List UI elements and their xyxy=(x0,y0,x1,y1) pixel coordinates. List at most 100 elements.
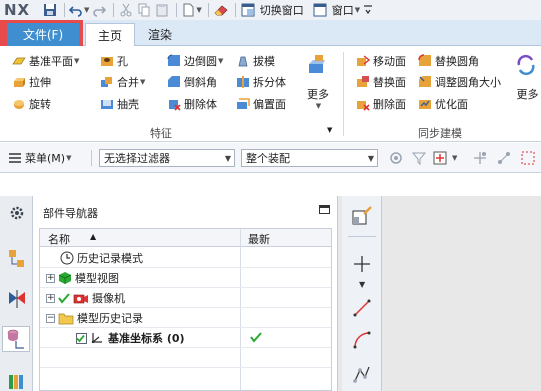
optimize-face-icon xyxy=(419,100,431,109)
assembly-navigator-icon[interactable] xyxy=(5,246,29,272)
resize-blend-button[interactable]: 调整圆角大小 xyxy=(418,73,501,91)
replace-blend-icon xyxy=(418,54,431,66)
switch-window-label[interactable]: 切换窗口 xyxy=(260,2,304,18)
visibility-checkbox[interactable] xyxy=(75,332,87,344)
delete-face-button[interactable]: 删除面 xyxy=(356,95,406,113)
replace-face-button[interactable]: 替换面 xyxy=(356,73,406,91)
arc-icon[interactable] xyxy=(350,328,374,352)
navigator-tree: 名称 ▲ 最新 历史记录模式 + 模型视图 + 摄像机 − 模型历史记录 基准坐… xyxy=(39,228,332,391)
more-sync-icon xyxy=(517,54,535,76)
replace-face-icon xyxy=(357,76,369,87)
spline-icon[interactable] xyxy=(350,362,374,386)
chevron-down-icon: ▼ xyxy=(224,154,231,163)
tab-render[interactable]: 渲染 xyxy=(136,23,184,46)
part-navigator-icon[interactable] xyxy=(2,326,30,352)
move-face-label: 移动面 xyxy=(373,55,406,68)
revolve-label: 旋转 xyxy=(29,98,51,111)
point-plus-icon[interactable] xyxy=(350,252,374,276)
box-select-icon[interactable] xyxy=(520,149,539,167)
more-sync-label: 更多 xyxy=(516,88,539,101)
maximize-icon[interactable] xyxy=(319,205,330,214)
revolve-icon xyxy=(14,100,24,109)
draft-button[interactable]: 拔模 xyxy=(236,52,275,70)
settings-gear-icon[interactable] xyxy=(5,200,29,226)
offset-face-button[interactable]: 偏置面 xyxy=(236,95,286,113)
datum-plane-button[interactable]: 基准平面 ▼ xyxy=(12,52,79,70)
feature-group-expand-icon[interactable]: ▼ xyxy=(327,126,332,134)
new-document-icon[interactable]: ▼ xyxy=(181,1,202,19)
tab-file[interactable]: 文件(F) xyxy=(7,23,79,46)
split-body-icon xyxy=(237,76,249,88)
split-body-button[interactable]: 拆分体 xyxy=(236,73,286,91)
undo-icon[interactable]: ▼ xyxy=(69,1,89,19)
datum-plane-icon xyxy=(12,57,26,65)
unite-dropdown-icon[interactable]: ▼ xyxy=(140,78,145,86)
sketch-icon[interactable] xyxy=(350,204,374,228)
tree-row-label: 历史记录模式 xyxy=(77,252,143,265)
tree-row-model-history[interactable]: − 模型历史记录 xyxy=(40,308,331,328)
more-feature-dropdown-icon[interactable]: ▼ xyxy=(316,102,321,110)
camera-icon xyxy=(73,294,88,304)
tree-row-model-views[interactable]: + 模型视图 xyxy=(40,268,331,288)
point-snap-icon[interactable] xyxy=(472,149,491,167)
relation-icon[interactable] xyxy=(496,149,515,167)
constraint-navigator-icon[interactable] xyxy=(5,286,29,312)
revolve-button[interactable]: 旋转 xyxy=(12,95,51,113)
offset-face-label: 偏置面 xyxy=(253,98,286,111)
sync-group-label: 同步建模 xyxy=(418,127,462,140)
paste-icon[interactable] xyxy=(154,1,170,19)
cut-icon[interactable] xyxy=(118,1,134,19)
column-header-latest[interactable]: 最新 xyxy=(248,231,270,247)
replace-face-label: 替换面 xyxy=(373,76,406,89)
optimize-face-button[interactable]: 优化面 xyxy=(418,95,468,113)
overflow-chevron-icon[interactable] xyxy=(360,1,376,19)
chamfer-button[interactable]: 倒斜角 xyxy=(167,73,217,91)
point-dropdown-icon[interactable]: ▼ xyxy=(359,280,365,289)
tree-row-cameras[interactable]: + 摄像机 xyxy=(40,288,331,308)
column-header-name[interactable]: 名称 xyxy=(48,231,70,247)
unite-button[interactable]: 合并 ▼ xyxy=(100,73,145,91)
window-menu-label[interactable]: 窗口 xyxy=(332,2,354,18)
tab-home[interactable]: 主页 xyxy=(85,23,136,46)
delete-body-button[interactable]: 删除体 xyxy=(167,95,217,113)
tree-row-datum-csys[interactable]: 基准坐标系 (0) xyxy=(40,328,331,348)
selection-mode-icon[interactable]: ▼ xyxy=(432,149,457,167)
line-icon[interactable] xyxy=(350,296,374,320)
ribbon-tab-bar: 文件(F) 主页 渲染 xyxy=(0,20,541,58)
edge-blend-dropdown-icon[interactable]: ▼ xyxy=(218,57,223,65)
selection-scope-value: 整个装配 xyxy=(246,152,290,165)
offset-face-icon xyxy=(237,98,250,109)
expand-plus-icon[interactable]: + xyxy=(46,273,55,283)
filter-funnel-icon[interactable] xyxy=(411,149,430,167)
redo-icon[interactable] xyxy=(91,1,107,19)
switch-window-icon[interactable] xyxy=(240,1,256,19)
extrude-button[interactable]: 拉伸 xyxy=(12,73,51,91)
menu-dropdown-icon: ▼ xyxy=(66,154,72,162)
edge-blend-button[interactable]: 边倒圆 ▼ xyxy=(167,52,223,70)
replace-blend-button[interactable]: 替换圆角 xyxy=(418,52,479,70)
window-icon[interactable] xyxy=(312,1,328,19)
more-feature-button[interactable]: 更多 ▼ xyxy=(304,54,332,110)
save-icon[interactable] xyxy=(42,1,58,19)
copy-icon[interactable] xyxy=(136,1,152,19)
optimize-face-label: 优化面 xyxy=(435,98,468,111)
hole-label: 孔 xyxy=(117,55,128,68)
group-separator xyxy=(343,52,344,136)
draft-icon xyxy=(238,56,248,67)
toolbar-divider xyxy=(176,3,178,17)
menu-button[interactable]: 菜单(M) ▼ xyxy=(8,149,71,167)
reuse-library-icon[interactable] xyxy=(5,368,29,391)
tree-row-history-mode[interactable]: 历史记录模式 xyxy=(40,248,331,268)
snap-settings-icon[interactable] xyxy=(388,149,407,167)
shell-button[interactable]: 抽壳 xyxy=(100,95,139,113)
datum-plane-dropdown-icon[interactable]: ▼ xyxy=(74,57,79,65)
eraser-icon[interactable] xyxy=(213,1,229,19)
type-filter-select[interactable]: 无选择过滤器 ▼ xyxy=(99,149,235,167)
move-face-button[interactable]: 移动面 xyxy=(356,52,406,70)
more-sync-button[interactable]: 更多 xyxy=(514,54,541,110)
hole-button[interactable]: 孔 xyxy=(100,52,128,70)
expand-plus-icon[interactable]: + xyxy=(46,293,55,303)
toolbar-gap xyxy=(0,174,541,196)
selection-scope-select[interactable]: 整个装配 ▼ xyxy=(241,149,378,167)
collapse-minus-icon[interactable]: − xyxy=(46,313,55,323)
